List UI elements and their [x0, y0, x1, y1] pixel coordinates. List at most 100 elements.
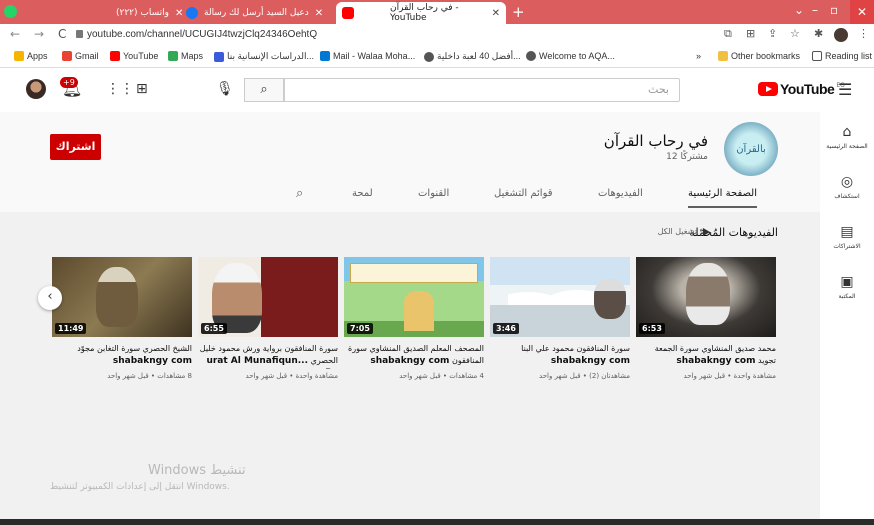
video-duration: 6:53	[639, 323, 665, 334]
profile-avatar[interactable]	[834, 28, 848, 42]
bookmark-mail[interactable]: Mail - Walaa Moha...	[320, 51, 415, 61]
video-title-latin: shabakngy com	[676, 356, 756, 366]
tab-youtube[interactable]: في رحاب القرآن - YouTube ✕	[336, 2, 506, 24]
guide-item-library[interactable]: ▣ المكتبة	[820, 274, 874, 300]
bookmark-apps[interactable]: Apps	[14, 51, 48, 61]
youtube-play-icon	[758, 82, 778, 96]
guide-label: الاشتراكات	[833, 243, 861, 250]
reading-list[interactable]: Reading list	[812, 51, 872, 61]
star-icon[interactable]: ☆	[790, 27, 800, 40]
bookmark-youtube[interactable]: YouTube	[110, 51, 158, 61]
guide-label: الصفحة الرئيسية	[826, 143, 868, 150]
bookmark-aqa[interactable]: Welcome to AQA...	[526, 51, 615, 61]
back-button[interactable]: ←	[10, 27, 20, 41]
bookmark-label: Reading list	[825, 51, 873, 61]
youtube-logo[interactable]: YouTube EG	[758, 81, 845, 97]
close-window-button[interactable]: ✕	[850, 0, 874, 24]
video-card[interactable]: 7:05 المصحف المعلم الصديق المنشاوي سورة …	[344, 257, 484, 380]
address-bar: ← → C youtube.com/channel/UCUGIJ4twzjClq…	[0, 24, 874, 46]
bookmark-maps[interactable]: Maps	[168, 51, 203, 61]
tab-facebook[interactable]: دعيل السيد أرسل لك رسالة ✕	[180, 2, 329, 24]
play-icon	[703, 227, 710, 236]
search-button[interactable]: ⌕	[244, 78, 284, 102]
tab-videos[interactable]: الفيديوهات	[598, 188, 643, 206]
url-field[interactable]: youtube.com/channel/UCUGIJ4twzjClq24346O…	[87, 29, 317, 40]
shelf-prev-button[interactable]: ‹	[38, 286, 62, 310]
explore-compass-icon: ◎	[840, 174, 854, 190]
video-thumbnail[interactable]: 6:53	[636, 257, 776, 337]
guide-item-home[interactable]: ⌂ الصفحة الرئيسية	[820, 124, 874, 150]
video-title[interactable]: الشيخ الحصري سورة التغابن مجوّد shabakng…	[52, 343, 192, 369]
video-title[interactable]: سورة المنافقون محمود علي البنا shabakngy…	[490, 343, 630, 369]
video-duration: 11:49	[55, 323, 87, 334]
apps-grid-icon	[14, 51, 24, 61]
search-placeholder: بحث	[648, 83, 669, 96]
video-thumbnail[interactable]: 6:55	[198, 257, 338, 337]
video-thumbnail[interactable]: 3:46	[490, 257, 630, 337]
translate-icon[interactable]: ⊞	[746, 27, 755, 40]
windows-activation-text: انتقل إلى إعدادات الكمبيوتر لتنشيط Windo…	[50, 482, 230, 492]
video-title[interactable]: المصحف المعلم الصديق المنشاوي سورة المنا…	[344, 343, 484, 369]
bookmark-label: Mail - Walaa Moha...	[333, 51, 416, 61]
other-bookmarks[interactable]: Other bookmarks	[718, 51, 800, 61]
video-thumbnail[interactable]: 7:05	[344, 257, 484, 337]
bookmark-label: Maps	[181, 51, 204, 61]
video-title[interactable]: سورة المنافقون برواية ورش محمود خليل الح…	[198, 343, 338, 369]
tab-channels[interactable]: القنوات	[418, 188, 449, 206]
extensions-icon[interactable]: ✱	[814, 27, 823, 40]
video-card[interactable]: 3:46 سورة المنافقون محمود علي البنا shab…	[490, 257, 630, 380]
bookmark-gmail[interactable]: Gmail	[62, 51, 99, 61]
windows-activation-title: Windows تنشيط	[148, 463, 246, 478]
subscribe-button[interactable]: اشتراك	[50, 134, 101, 160]
reciter-portrait	[96, 267, 138, 327]
tab-about[interactable]: لمحة	[352, 188, 373, 206]
menu-icon[interactable]: ☰	[838, 80, 852, 99]
create-video-icon[interactable]: ⊞	[136, 81, 148, 97]
youtube-masthead: 🔔︎ +9 ⋮⋮ ⊞ 🎙︎ ⌕ بحث YouTube EG ☰	[0, 68, 874, 112]
video-card[interactable]: 6:53 محمد صديق المنشاوي سورة الجمعة تجوي…	[636, 257, 776, 380]
library-icon: ▣	[840, 274, 854, 290]
bookmark-games[interactable]: أفضل 40 لعبة داخلية...	[424, 51, 521, 62]
close-tab-icon[interactable]: ✕	[492, 8, 500, 19]
globe-icon	[526, 51, 536, 61]
channel-tabs: الصفحة الرئيسية الفيديوهات قوائم التشغيل…	[0, 182, 820, 212]
guide-item-subscriptions[interactable]: ▤ الاشتراكات	[820, 224, 874, 250]
share-icon[interactable]: ⇪	[768, 27, 777, 40]
video-meta: 4 مشاهدات • قبل شهر واحد	[399, 372, 484, 380]
maximize-button[interactable]: ▫	[830, 3, 838, 17]
video-thumbnail[interactable]: 11:49	[52, 257, 192, 337]
tab-label: في رحاب القرآن - YouTube	[390, 3, 459, 23]
video-meta: مشاهدة واحدة • قبل شهر واحد	[245, 372, 338, 380]
video-title[interactable]: محمد صديق المنشاوي سورة الجمعة تجويد sha…	[636, 343, 776, 369]
close-tab-icon[interactable]: ✕	[315, 8, 323, 19]
bookmarks-overflow-button[interactable]: »	[696, 51, 701, 61]
chevron-down-icon[interactable]: ⌄	[794, 3, 804, 17]
account-avatar[interactable]	[26, 79, 46, 99]
new-tab-button[interactable]: +	[512, 3, 525, 21]
install-app-icon[interactable]: ⧉	[724, 27, 732, 41]
tab-playlists[interactable]: قوائم التشغيل	[494, 188, 553, 206]
menu-dots-icon[interactable]: ⋮	[858, 27, 869, 40]
tab-home[interactable]: الصفحة الرئيسية	[688, 188, 757, 208]
microphone-icon[interactable]: 🎙︎	[216, 81, 234, 97]
lock-icon	[76, 30, 83, 38]
video-card[interactable]: 6:55 سورة المنافقون برواية ورش محمود خلي…	[198, 257, 338, 380]
browser-profile-icon[interactable]	[4, 5, 17, 18]
channel-name: في رحاب القرآن	[603, 132, 708, 150]
play-all-button[interactable]: تشغيل الكل	[658, 227, 710, 236]
search-icon: ⌕	[260, 82, 268, 97]
reload-button[interactable]: C	[58, 27, 66, 41]
search-input[interactable]: بحث	[284, 78, 680, 102]
video-duration: 6:55	[201, 323, 227, 334]
forward-button[interactable]: →	[34, 27, 44, 41]
guide-item-explore[interactable]: ◎ استكشاف	[820, 174, 874, 200]
tab-whatsapp[interactable]: واتساب (٢٢٢) ✕	[110, 2, 189, 24]
cartoon-building	[404, 291, 434, 331]
bookmark-studies[interactable]: الدراسات الإنسانية بنا...	[214, 51, 314, 62]
apps-grid-icon[interactable]: ⋮⋮	[106, 81, 134, 97]
video-card[interactable]: 11:49 الشيخ الحصري سورة التغابن مجوّد sh…	[52, 257, 192, 380]
bookmarks-bar: Apps Gmail YouTube Maps الدراسات الإنسان…	[0, 46, 874, 68]
maps-icon	[168, 51, 178, 61]
minimize-button[interactable]: –	[812, 3, 818, 17]
channel-search-icon[interactable]: ⌕	[296, 186, 303, 201]
